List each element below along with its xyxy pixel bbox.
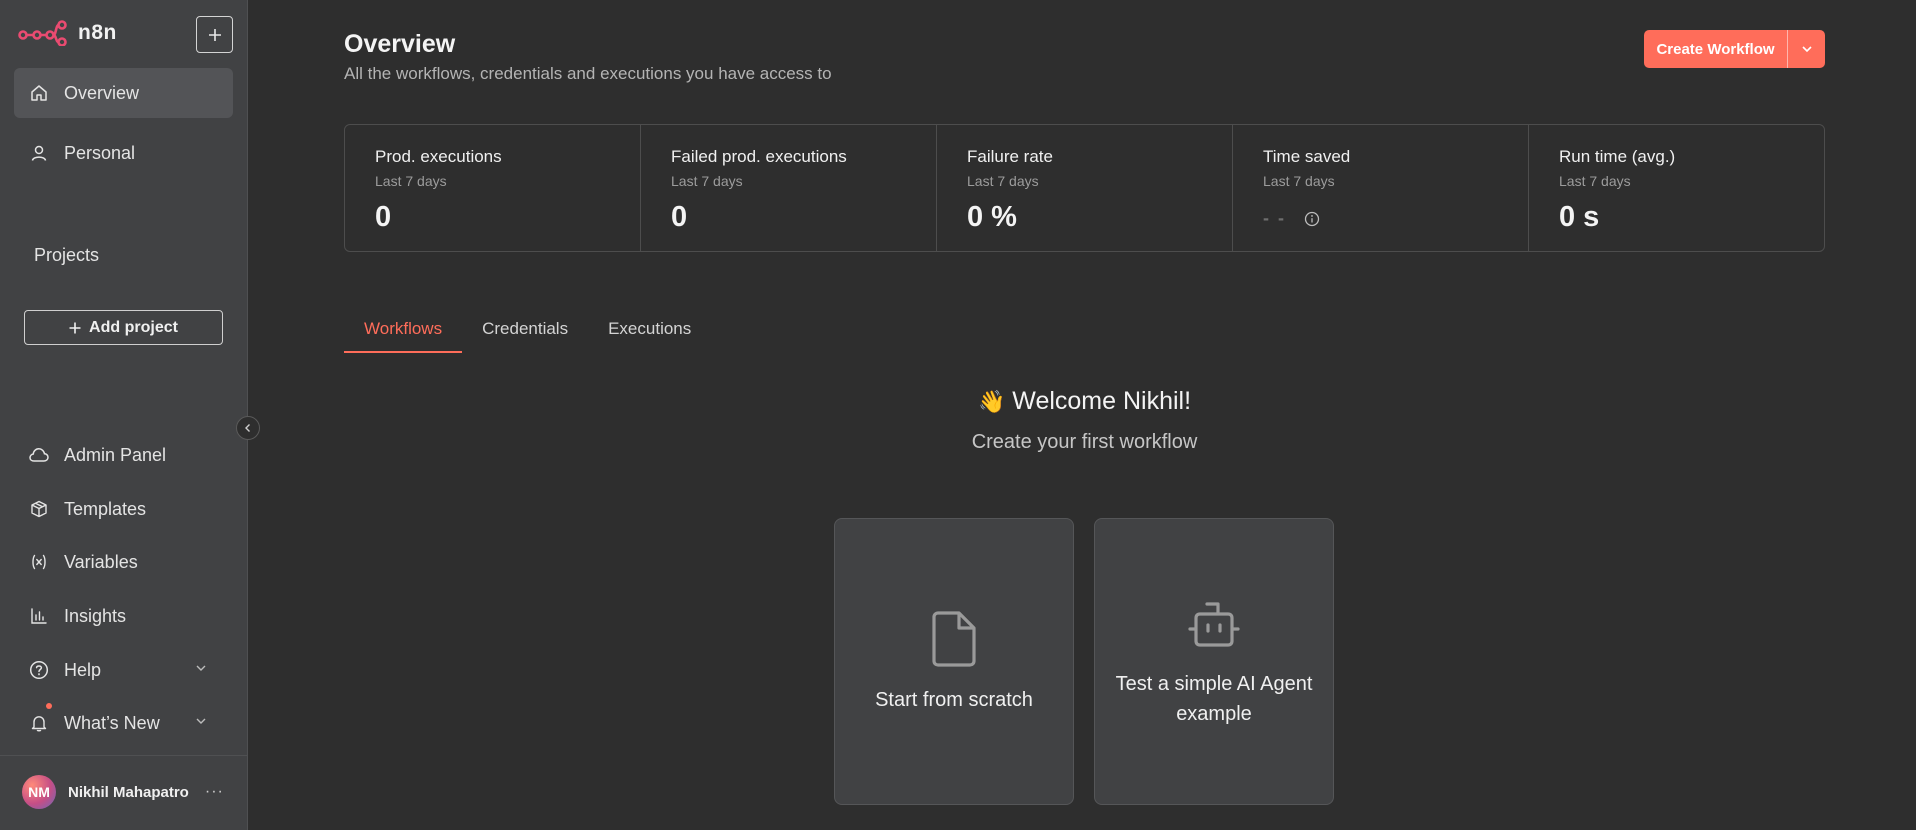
tab-workflows[interactable]: Workflows	[344, 316, 463, 353]
card-label: Test a simple AI Agent example	[1115, 673, 1313, 725]
stat-failure-rate[interactable]: Failure rate Last 7 days 0 %	[937, 125, 1233, 251]
bell-icon	[29, 713, 49, 733]
insights-summary: Prod. executions Last 7 days 0 Failed pr…	[344, 124, 1825, 252]
sidebar-item-overview[interactable]: Overview	[14, 68, 233, 118]
divider	[0, 755, 248, 756]
sidebar-item-admin-panel[interactable]: Admin Panel	[14, 430, 233, 480]
sidebar-item-personal[interactable]: Personal	[14, 128, 233, 178]
variables-icon	[29, 552, 49, 572]
stat-value: - -	[1263, 208, 1286, 228]
home-icon	[29, 83, 49, 103]
stat-run-time-avg[interactable]: Run time (avg.) Last 7 days 0 s	[1529, 125, 1824, 251]
collapse-sidebar-button[interactable]	[236, 416, 260, 440]
stat-period: Last 7 days	[375, 173, 447, 189]
avatar: NM	[22, 775, 56, 809]
sidebar-item-insights[interactable]: Insights	[14, 591, 233, 641]
user-name: Nikhil Mahapatro	[68, 783, 189, 801]
stat-prod-executions[interactable]: Prod. executions Last 7 days 0	[345, 125, 641, 251]
stat-period: Last 7 days	[1263, 173, 1335, 189]
info-icon[interactable]	[1304, 211, 1320, 227]
add-project-label: Add project	[89, 318, 178, 336]
create-workflow-dropdown[interactable]	[1788, 43, 1825, 55]
tab-credentials[interactable]: Credentials	[462, 316, 588, 353]
help-circle-icon	[29, 660, 49, 680]
sidebar-item-label: Help	[64, 659, 102, 680]
chevron-left-icon	[243, 423, 253, 433]
box-icon	[29, 499, 49, 519]
sidebar-item-label: Insights	[64, 605, 127, 626]
sidebar-item-variables[interactable]: Variables	[14, 537, 233, 587]
sidebar: n8n Overview Personal Projects Add proje…	[0, 0, 248, 830]
sidebar-item-label: Templates	[64, 498, 147, 519]
stat-title: Failure rate	[967, 147, 1053, 166]
add-project-button[interactable]: Add project	[24, 310, 223, 345]
stat-period: Last 7 days	[967, 173, 1039, 189]
n8n-logo[interactable]: n8n	[18, 20, 117, 46]
projects-heading: Projects	[34, 245, 100, 265]
stat-time-saved[interactable]: Time saved Last 7 days - -	[1233, 125, 1529, 251]
sidebar-item-label: Personal	[64, 142, 136, 163]
create-workflow-button[interactable]: Create Workflow	[1644, 41, 1787, 58]
plus-icon	[69, 322, 81, 334]
bar-chart-icon	[29, 606, 49, 626]
new-item-button[interactable]	[196, 16, 233, 53]
logo-text: n8n	[78, 21, 117, 44]
sidebar-item-label: Variables	[64, 551, 138, 572]
notification-dot	[46, 703, 52, 709]
chevron-down-icon	[195, 662, 207, 674]
welcome-heading: 👋 Welcome Nikhil!	[344, 387, 1825, 416]
stat-value: 0	[375, 201, 392, 233]
start-from-scratch-card[interactable]: Start from scratch	[834, 518, 1074, 805]
create-workflow-button-group: Create Workflow	[1644, 30, 1825, 68]
welcome-subtitle: Create your first workflow	[971, 431, 1198, 453]
stat-value: 0 %	[967, 201, 1017, 233]
chevron-down-icon	[1801, 43, 1813, 55]
page-title: Overview	[344, 30, 456, 58]
stat-title: Prod. executions	[375, 147, 502, 166]
sidebar-item-label: Admin Panel	[64, 444, 167, 465]
cloud-icon	[29, 445, 49, 465]
sidebar-item-label: What’s New	[64, 712, 160, 733]
overview-tabs: Workflows Credentials Executions	[344, 316, 711, 353]
stat-period: Last 7 days	[671, 173, 743, 189]
chevron-down-icon	[195, 715, 207, 727]
stat-value-row: - -	[1263, 201, 1528, 236]
stat-title: Time saved	[1263, 147, 1351, 166]
stat-failed-prod-executions[interactable]: Failed prod. executions Last 7 days 0	[641, 125, 937, 251]
waving-hand-icon: 👋	[977, 389, 1006, 414]
sidebar-item-label: Overview	[64, 82, 140, 103]
more-options-icon[interactable]: ···	[205, 783, 224, 801]
plus-icon	[208, 28, 222, 42]
tab-executions[interactable]: Executions	[588, 316, 711, 353]
user-menu[interactable]: NM Nikhil Mahapatro ···	[22, 775, 224, 809]
card-label: Start from scratch	[875, 689, 1033, 711]
sidebar-item-templates[interactable]: Templates	[14, 484, 233, 534]
ai-agent-example-card[interactable]: Test a simple AI Agent example	[1094, 518, 1334, 805]
robot-icon	[1095, 601, 1333, 649]
stat-period: Last 7 days	[1559, 173, 1631, 189]
stat-title: Run time (avg.)	[1559, 147, 1676, 166]
welcome-title: Welcome Nikhil!	[1012, 387, 1192, 415]
sidebar-item-whats-new[interactable]: What’s New	[14, 698, 233, 748]
stat-value: 0 s	[1559, 201, 1600, 233]
page-subtitle: All the workflows, credentials and execu…	[344, 64, 832, 83]
n8n-logo-icon	[18, 20, 68, 46]
user-icon	[29, 143, 49, 163]
file-icon	[835, 611, 1073, 667]
stat-title: Failed prod. executions	[671, 147, 847, 166]
sidebar-item-help[interactable]: Help	[14, 645, 233, 695]
stat-value: 0	[671, 201, 688, 233]
